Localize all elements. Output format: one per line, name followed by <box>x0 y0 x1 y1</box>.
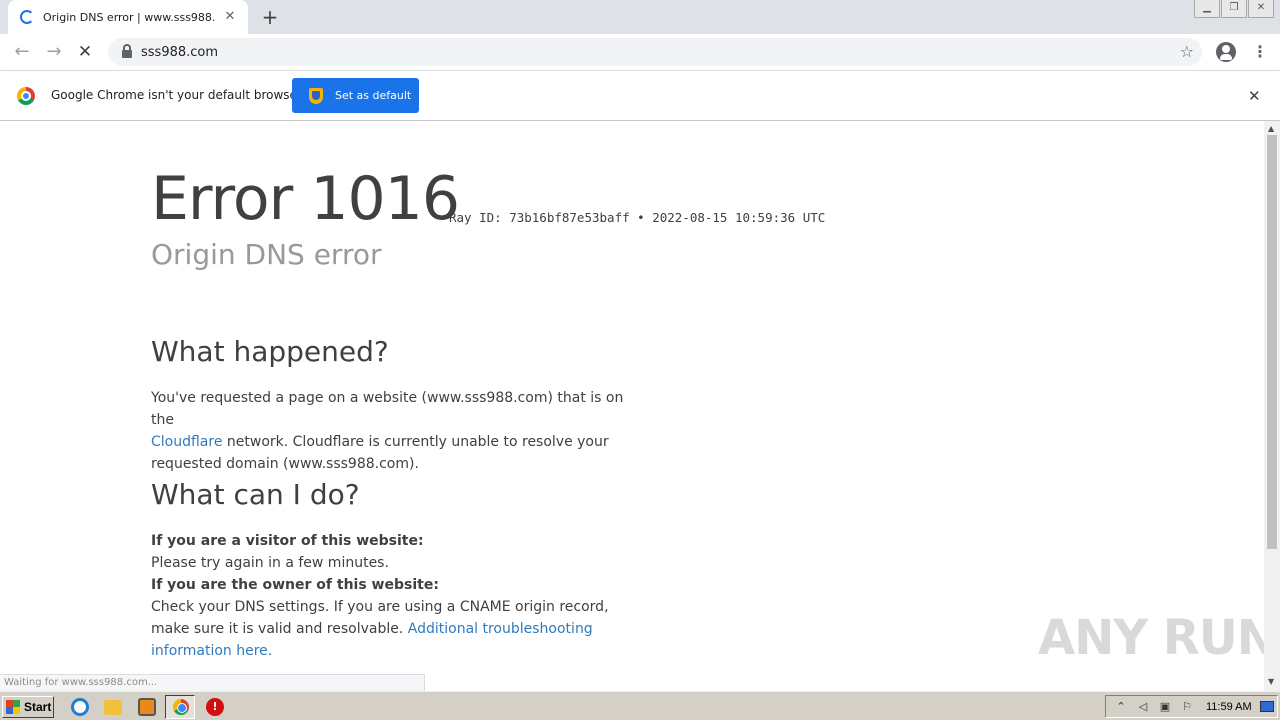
volume-icon[interactable]: ◁ <box>1136 700 1150 714</box>
show-hidden-icons-icon[interactable]: ⌃ <box>1114 700 1128 714</box>
back-arrow-icon[interactable]: ← <box>10 40 34 64</box>
stop-sign-icon[interactable]: ! <box>206 698 224 716</box>
scroll-up-arrow-icon[interactable]: ▲ <box>1268 124 1274 133</box>
what-happened-text: You've requested a page on a website (ww… <box>151 387 641 475</box>
visitor-label: If you are a visitor of this website: <box>151 533 424 549</box>
url-text: sss988.com <box>141 44 219 60</box>
close-window-button[interactable]: ✕ <box>1248 0 1274 18</box>
network-icon[interactable]: ▣ <box>1158 700 1172 714</box>
tab-strip: Origin DNS error | www.sss988.com ✕ + ▁ … <box>0 0 1280 34</box>
what-can-i-do-heading: What can I do? <box>151 478 360 511</box>
file-explorer-icon[interactable] <box>104 700 122 715</box>
lock-icon[interactable] <box>122 44 132 58</box>
minimize-button[interactable]: ▁ <box>1194 0 1220 18</box>
new-tab-icon[interactable]: + <box>258 5 282 29</box>
set-as-default-label: Set as default <box>335 89 412 102</box>
what-can-i-do-text: If you are a visitor of this website: Pl… <box>151 530 641 662</box>
scroll-thumb[interactable] <box>1267 135 1277 549</box>
what-happened-text-1: You've requested a page on a website (ww… <box>151 390 624 428</box>
restore-button[interactable]: ❐ <box>1221 0 1247 18</box>
visitor-text: Please try again in a few minutes. <box>151 555 389 571</box>
browser-toolbar: ← → ✕ sss988.com ☆ ⋮ <box>0 34 1280 71</box>
set-as-default-button[interactable]: Set as default <box>292 78 419 113</box>
internet-explorer-icon[interactable] <box>71 698 89 716</box>
page-content: Error 1016 Ray ID: 73b16bf87e53baff • 20… <box>0 121 1264 691</box>
owner-label: If you are the owner of this website: <box>151 577 439 593</box>
stop-loading-icon[interactable]: ✕ <box>73 40 97 64</box>
uac-shield-icon <box>309 87 323 104</box>
ray-id-line: Ray ID: 73b16bf87e53baff • 2022-08-15 10… <box>449 210 826 225</box>
chrome-menu-icon[interactable]: ⋮ <box>1252 42 1268 62</box>
error-title: Error 1016 <box>151 164 460 234</box>
media-player-icon[interactable] <box>138 698 156 716</box>
infobar-close-icon[interactable]: ✕ <box>1248 87 1261 105</box>
tab-title: Origin DNS error | www.sss988.com <box>43 10 215 24</box>
show-desktop-icon[interactable] <box>1259 701 1274 712</box>
action-center-flag-icon[interactable]: ⚐ <box>1180 700 1194 714</box>
chrome-taskbar-button[interactable] <box>165 695 195 719</box>
chrome-taskbar-icon <box>173 699 189 715</box>
error-subtitle: Origin DNS error <box>151 238 382 271</box>
what-happened-heading: What happened? <box>151 335 389 368</box>
error-timestamp: 2022-08-15 10:59:36 UTC <box>652 210 826 225</box>
infobar-message: Google Chrome isn't your default browser <box>51 88 302 102</box>
page-scrollbar[interactable]: ▲ ▼ <box>1264 121 1280 691</box>
start-label: Start <box>24 700 52 714</box>
system-tray: ⌃ ◁ ▣ ⚐ 11:59 AM <box>1105 695 1278 718</box>
bookmark-star-icon[interactable]: ☆ <box>1180 42 1194 61</box>
forward-arrow-icon[interactable]: → <box>42 40 66 64</box>
chrome-logo-icon <box>17 87 35 105</box>
tab-close-icon[interactable]: ✕ <box>222 9 238 25</box>
scroll-down-arrow-icon[interactable]: ▼ <box>1268 677 1274 686</box>
status-bubble: Waiting for www.sss988.com... <box>0 674 425 691</box>
anyrun-watermark: ANY RUN <box>1038 610 1264 666</box>
taskbar-clock[interactable]: 11:59 AM <box>1206 701 1252 713</box>
start-button[interactable]: Start <box>2 696 54 718</box>
window-controls: ▁ ❐ ✕ <box>1193 0 1274 18</box>
windows-taskbar: Start ! ⌃ ◁ ▣ ⚐ 11:59 AM <box>0 691 1280 720</box>
ray-id: Ray ID: 73b16bf87e53baff <box>449 210 630 225</box>
default-browser-infobar: Google Chrome isn't your default browser… <box>0 71 1280 121</box>
loading-spinner-icon <box>20 10 34 24</box>
browser-tab[interactable]: Origin DNS error | www.sss988.com ✕ <box>8 0 248 34</box>
windows-logo-icon <box>6 700 20 714</box>
address-bar[interactable]: sss988.com ☆ <box>108 38 1202 66</box>
profile-avatar-icon[interactable] <box>1216 42 1236 62</box>
cloudflare-link[interactable]: Cloudflare <box>151 434 222 450</box>
